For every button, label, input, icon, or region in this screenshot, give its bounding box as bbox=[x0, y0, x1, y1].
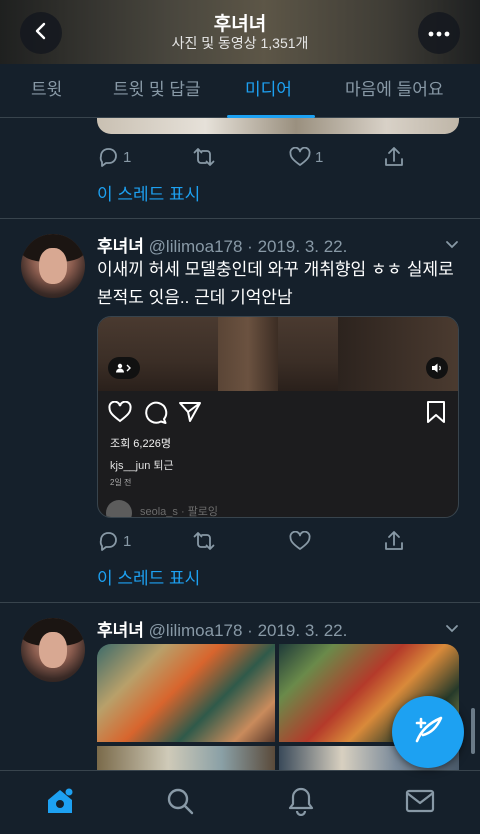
chevron-down-icon[interactable] bbox=[444, 236, 460, 257]
avatar[interactable] bbox=[21, 234, 85, 298]
heart-icon bbox=[289, 147, 311, 167]
tweet-author-name[interactable]: 후녀녀 bbox=[97, 621, 144, 640]
tweet-handle-date: @lilimoa178 · 2019. 3. 22. bbox=[148, 237, 348, 256]
tagged-user-icon[interactable] bbox=[108, 357, 140, 379]
view-count: 조회 6,226명 bbox=[110, 438, 171, 450]
avatar[interactable] bbox=[21, 618, 85, 682]
mail-icon bbox=[405, 789, 435, 818]
retweet-icon bbox=[192, 530, 216, 552]
nav-home[interactable] bbox=[44, 787, 76, 819]
bell-icon bbox=[287, 786, 315, 821]
reply-button[interactable]: 1 bbox=[97, 528, 131, 554]
tweet-header: 후녀녀 @lilimoa178 · 2019. 3. 22. bbox=[97, 616, 347, 641]
tab-tweets[interactable]: 트윗 bbox=[31, 64, 62, 118]
post-date: 2일 전 bbox=[110, 478, 132, 487]
share-button[interactable] bbox=[383, 144, 405, 170]
chevron-down-icon[interactable] bbox=[444, 620, 460, 641]
scrollbar[interactable] bbox=[471, 708, 475, 754]
tweet-divider bbox=[0, 602, 480, 603]
reply-button[interactable]: 1 bbox=[97, 144, 131, 170]
tweet-media-image[interactable] bbox=[97, 746, 275, 770]
tweet-media-image[interactable] bbox=[97, 644, 275, 742]
home-icon bbox=[45, 786, 75, 821]
tweet-media-image[interactable] bbox=[97, 118, 459, 134]
more-button[interactable] bbox=[418, 12, 460, 54]
show-thread-link[interactable]: 이 스레드 표시 bbox=[97, 564, 200, 589]
commenter-avatar bbox=[106, 500, 132, 517]
embedded-instagram-card[interactable]: 조회 6,226명 kjs__jun 퇴근 2일 전 seola_s · 팔로잉 bbox=[97, 316, 459, 518]
retweet-button[interactable] bbox=[192, 144, 216, 170]
post-caption: kjs__jun 퇴근 bbox=[110, 460, 174, 472]
retweet-icon bbox=[192, 146, 216, 168]
tweet-header: 후녀녀 @lilimoa178 · 2019. 3. 22. bbox=[97, 232, 347, 257]
like-count: 1 bbox=[315, 148, 324, 166]
bookmark-icon[interactable] bbox=[426, 401, 446, 428]
tweet-actions: 1 1 bbox=[97, 144, 427, 170]
share-icon bbox=[383, 530, 405, 552]
compose-tweet-icon bbox=[411, 715, 445, 750]
tweet-divider bbox=[0, 218, 480, 219]
instagram-actions bbox=[108, 400, 448, 428]
heart-icon bbox=[289, 531, 311, 551]
like-button[interactable]: 1 bbox=[289, 144, 323, 170]
bottom-navigation bbox=[0, 770, 480, 834]
nav-messages[interactable] bbox=[404, 787, 436, 819]
timeline[interactable]: 1 1 이 스레드 표시 후녀녀 @lilimoa178 · 2019. 3. … bbox=[0, 118, 480, 770]
tab-likes[interactable]: 마음에 들어요 bbox=[345, 64, 444, 118]
profile-tabs: 트윗 트윗 및 답글 미디어 마음에 들어요 bbox=[0, 64, 480, 118]
reply-icon bbox=[97, 530, 119, 552]
tab-media[interactable]: 미디어 bbox=[245, 64, 292, 118]
search-icon bbox=[166, 787, 194, 820]
reply-count: 1 bbox=[123, 148, 132, 166]
tab-tweets-and-replies[interactable]: 트윗 및 답글 bbox=[113, 64, 201, 118]
tweet-handle-date: @lilimoa178 · 2019. 3. 22. bbox=[148, 621, 348, 640]
compose-tweet-button[interactable] bbox=[392, 696, 464, 768]
heart-icon[interactable] bbox=[108, 400, 132, 428]
embedded-video-thumbnail[interactable] bbox=[98, 317, 458, 391]
reply-icon bbox=[97, 146, 119, 168]
comment-icon[interactable] bbox=[144, 401, 168, 430]
show-thread-link[interactable]: 이 스레드 표시 bbox=[97, 180, 200, 205]
tweet-author-name[interactable]: 후녀녀 bbox=[97, 237, 144, 256]
share-icon bbox=[383, 146, 405, 168]
nav-notifications[interactable] bbox=[285, 787, 317, 819]
reply-count: 1 bbox=[123, 532, 132, 550]
send-icon[interactable] bbox=[178, 401, 202, 428]
more-horizontal-icon bbox=[428, 24, 450, 42]
volume-icon[interactable] bbox=[426, 357, 448, 379]
commenter-text: seola_s · 팔로잉 bbox=[140, 506, 219, 518]
nav-search[interactable] bbox=[164, 787, 196, 819]
media-count-subtitle: 사진 및 동영상 1,351개 bbox=[171, 35, 309, 51]
like-button[interactable] bbox=[289, 528, 311, 554]
profile-header: 후녀녀 사진 및 동영상 1,351개 bbox=[0, 0, 480, 64]
tweet-actions: 1 bbox=[97, 528, 427, 554]
profile-name-title: 후녀녀 bbox=[213, 14, 267, 35]
tweet-text: 이새끼 허세 모델충인데 와꾸 개취향임 ㅎㅎ 실제로 본적도 잇음.. 근데 … bbox=[97, 260, 454, 307]
share-button[interactable] bbox=[383, 528, 405, 554]
retweet-button[interactable] bbox=[192, 528, 216, 554]
comment-preview: seola_s · 팔로잉 bbox=[106, 500, 452, 518]
